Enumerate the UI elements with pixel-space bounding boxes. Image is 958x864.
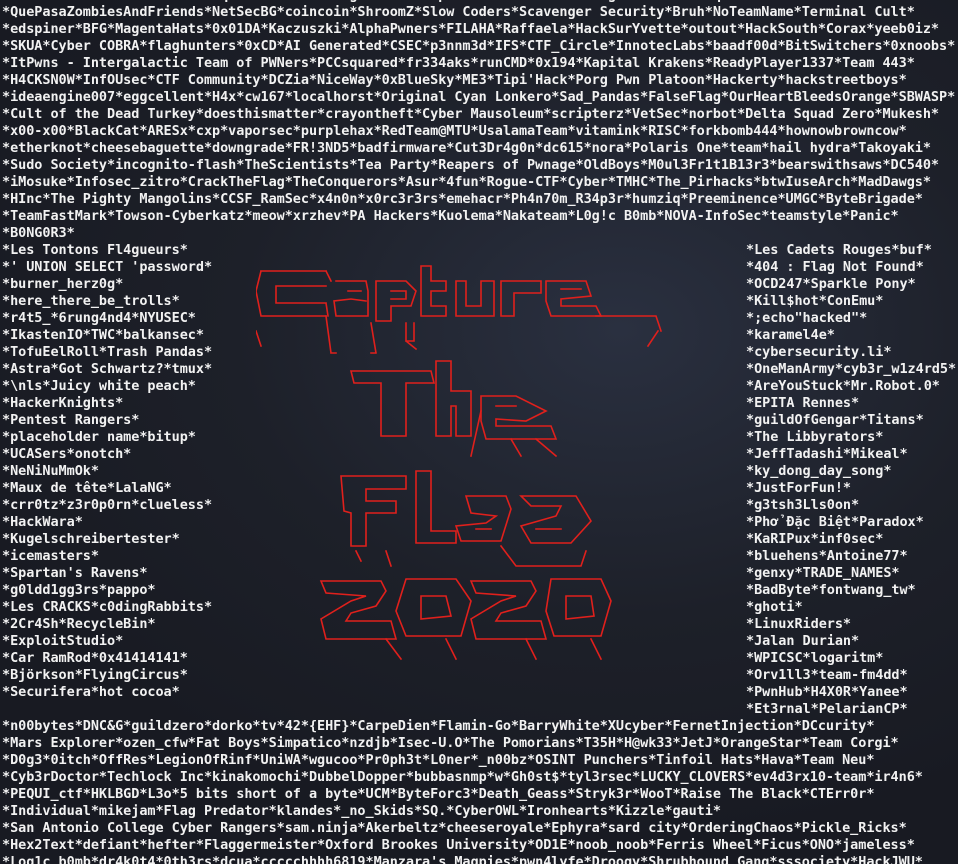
terminal-line: *Mars Explorer*ozen_cfw*Fat Boys*Simpati… bbox=[2, 735, 899, 751]
terminal-line-left: *HackWara* bbox=[2, 514, 83, 530]
terminal-line-right: *bluehens*Antoine77* bbox=[746, 548, 908, 564]
terminal-line-left: *ExploitStudio* bbox=[2, 633, 124, 649]
terminal-line-right: *Orv1ll3*team-fm4dd* bbox=[746, 667, 908, 683]
terminal-line-left: *UCASers*onotch* bbox=[2, 446, 132, 462]
terminal-line-right: *;echo"hacked"* bbox=[746, 310, 868, 326]
terminal-line: *x00-x00*BlackCat*ARESx*cxp*vaporsec*pur… bbox=[2, 123, 907, 139]
terminal-line-right: *OCD247*Sparkle Pony* bbox=[746, 276, 916, 292]
terminal-line-left: *HackerKnights* bbox=[2, 395, 124, 411]
terminal-line-right: *LinuxRiders* bbox=[746, 616, 852, 632]
ascii-word-2020 bbox=[319, 578, 612, 661]
terminal-line: *Individual*mikejam*Flag Predator*klande… bbox=[2, 803, 721, 819]
terminal-line-left: *Astra*Got Schwartz?*tmux* bbox=[2, 361, 213, 377]
terminal-line-left: *burner_herz0g* bbox=[2, 276, 124, 292]
terminal-line: *Hex2Text*defiant*hefter*Flaggermeister*… bbox=[2, 837, 915, 853]
terminal-line-right: *EPITA Rennes* bbox=[746, 395, 860, 411]
terminal-line: *iMosuke*Infosec_zitro*CrackTheFlag*TheC… bbox=[2, 174, 931, 190]
terminal-line-left: *Spartan's Ravens* bbox=[2, 565, 148, 581]
terminal-line: *ideaengine007*eggcellent*H4x*cw167*loca… bbox=[2, 89, 956, 105]
terminal-line-left: *icemasters* bbox=[2, 548, 99, 564]
terminal-line-left: *Car RamRod*0x41414141* bbox=[2, 650, 188, 666]
terminal-line-left: *g0ldd1gg3rs*pappo* bbox=[2, 582, 156, 598]
terminal-line-right: *JeffTadashi*Mikeal* bbox=[746, 446, 908, 462]
terminal-line-left: *' UNION SELECT 'password* bbox=[2, 259, 213, 275]
terminal-line-right: *JustForFun!* bbox=[746, 480, 852, 496]
terminal-line-left: *TofuEelRoll*Trash Pandas* bbox=[2, 344, 213, 360]
terminal-line: *edspiner*BFG*MagentaHats*0x01DA*Kaczusz… bbox=[2, 21, 940, 37]
terminal-line-left: *crr0tz*z3r0p0rn*clueless* bbox=[2, 497, 213, 513]
ascii-word-capture bbox=[256, 265, 663, 354]
terminal-line-right: *BadByte*fontwang_tw* bbox=[746, 582, 916, 598]
terminal-line-left: *IkastenIO*TWC*balkansec* bbox=[2, 327, 204, 343]
ascii-word-flag bbox=[340, 470, 592, 568]
terminal-line-right: *Phở Đặc Biệt*Paradox* bbox=[746, 514, 924, 530]
ascii-word-the bbox=[349, 360, 558, 458]
terminal-line-left: *here_there_be_trolls* bbox=[2, 293, 180, 309]
terminal-line-left: *r4t5_*6rung4nd4*NYUSEC* bbox=[2, 310, 196, 326]
terminal-line: *etherknot*cheesebaguette*downgrade*FR!3… bbox=[2, 140, 931, 156]
terminal-line-left: *Maux de tête*LalaNG* bbox=[2, 480, 172, 496]
terminal-line: *QuePasaZombiesAndFriends*NetSecBG*coinc… bbox=[2, 4, 915, 20]
terminal-line-right: *karamel4e* bbox=[746, 327, 835, 343]
terminal-line-right: *AreYouStuck*Mr.Robot.0* bbox=[746, 378, 940, 394]
terminal-line-left: *\nls*Juicy white peach* bbox=[2, 378, 196, 394]
terminal-line-right: *404 : Flag Not Found* bbox=[746, 259, 924, 275]
terminal-line: *PEQUI_ctf*HKLBGD*L3o*5 bits short of a … bbox=[2, 786, 875, 802]
terminal-line-right: *KaRIPux*inf0sec* bbox=[746, 531, 884, 547]
terminal-line-right: *Et3rnal*PelarianCP* bbox=[746, 701, 908, 717]
terminal-line-right: *PwnHub*H4X0R*Yanee* bbox=[746, 684, 908, 700]
terminal-line: *SKUA*Cyber COBRA*flaghunters*0xCD*AI Ge… bbox=[2, 38, 956, 54]
terminal-line-right: *guildOfGengar*Titans* bbox=[746, 412, 924, 428]
terminal-line: *H4CKSN0W*InfOUsec*CTF Community*DCZia*N… bbox=[2, 72, 907, 88]
terminal-line: *n00bytes*DNC&G*guildzero*dorko*tv*42*{E… bbox=[2, 718, 875, 734]
terminal-line: *ItPwns - Intergalactic Team of PWNers*P… bbox=[2, 55, 915, 71]
terminal-line-right: *Kill$hot*ConEmu* bbox=[746, 293, 884, 309]
terminal-line-right: *g3tsh3Lls0on* bbox=[746, 497, 860, 513]
terminal-line-right: *ghoti* bbox=[746, 599, 803, 615]
terminal-line: *San Antonio College Cyber Rangers*sam.n… bbox=[2, 820, 907, 836]
terminal-line-left: *Björkson*FlyingCircus* bbox=[2, 667, 188, 683]
terminal-line-right: *WPICSC*logaritm* bbox=[746, 650, 884, 666]
terminal-line: *TeamFastMark*Towson-Cyberkatz*meow*xrzh… bbox=[2, 208, 899, 224]
terminal-line-right: *Jalan Durian* bbox=[746, 633, 860, 649]
terminal-line: *D0g3*0itch*OffRes*LegionOfRinf*UniWA*wg… bbox=[2, 752, 875, 768]
terminal-line-right: *genxy*TRADE_NAMES* bbox=[746, 565, 900, 581]
terminal-line-left: *NeNiNuMmOk* bbox=[2, 463, 99, 479]
terminal-line-right: *cybersecurity.li* bbox=[746, 344, 892, 360]
terminal-line-left: *B0NG0R3* bbox=[2, 225, 75, 241]
terminal-line-left: *2Cr4Sh*RecycleBin* bbox=[2, 616, 156, 632]
terminal-line-left: *Securifera*hot cocoa* bbox=[2, 684, 180, 700]
terminal-line: *Log1c_b0mb*dr4k0t4*0th3rs*dcua*ccccchhh… bbox=[2, 854, 923, 864]
terminal-line-right: *OneManArmy*cyb3r_w1z4rd5* bbox=[746, 361, 957, 377]
terminal-line: *Sudo Society*incognito-flash*TheScienti… bbox=[2, 157, 940, 173]
terminal-line: *Cyb3rDoctor*Techlock Inc*kinakomochi*Du… bbox=[2, 769, 923, 785]
terminal-line-right: *ky_dong_day_song* bbox=[746, 463, 892, 479]
terminal-line: *HInc*The Pighty Mangolins*CCSF_RamSec*x… bbox=[2, 191, 923, 207]
terminal-line-left: *Les CRACKS*c0dingRabbits* bbox=[2, 599, 213, 615]
terminal-line-left: *Les Tontons Fl4gueurs* bbox=[2, 242, 188, 258]
terminal-line: *Cult of the Dead Turkey*doesthismatter*… bbox=[2, 106, 940, 122]
ascii-art-svg bbox=[256, 265, 663, 661]
terminal-line-right: *Les Cadets Rouges*buf* bbox=[746, 242, 932, 258]
terminal-line-left: *Pentest Rangers* bbox=[2, 412, 140, 428]
terminal-line-left: *placeholder name*bitup* bbox=[2, 429, 196, 445]
terminal-line-left: *Kugelschreibertester* bbox=[2, 531, 180, 547]
capture-the-flag-2020-ascii-banner bbox=[256, 261, 676, 681]
terminal-line-right: *The Libbyrators* bbox=[746, 429, 884, 445]
